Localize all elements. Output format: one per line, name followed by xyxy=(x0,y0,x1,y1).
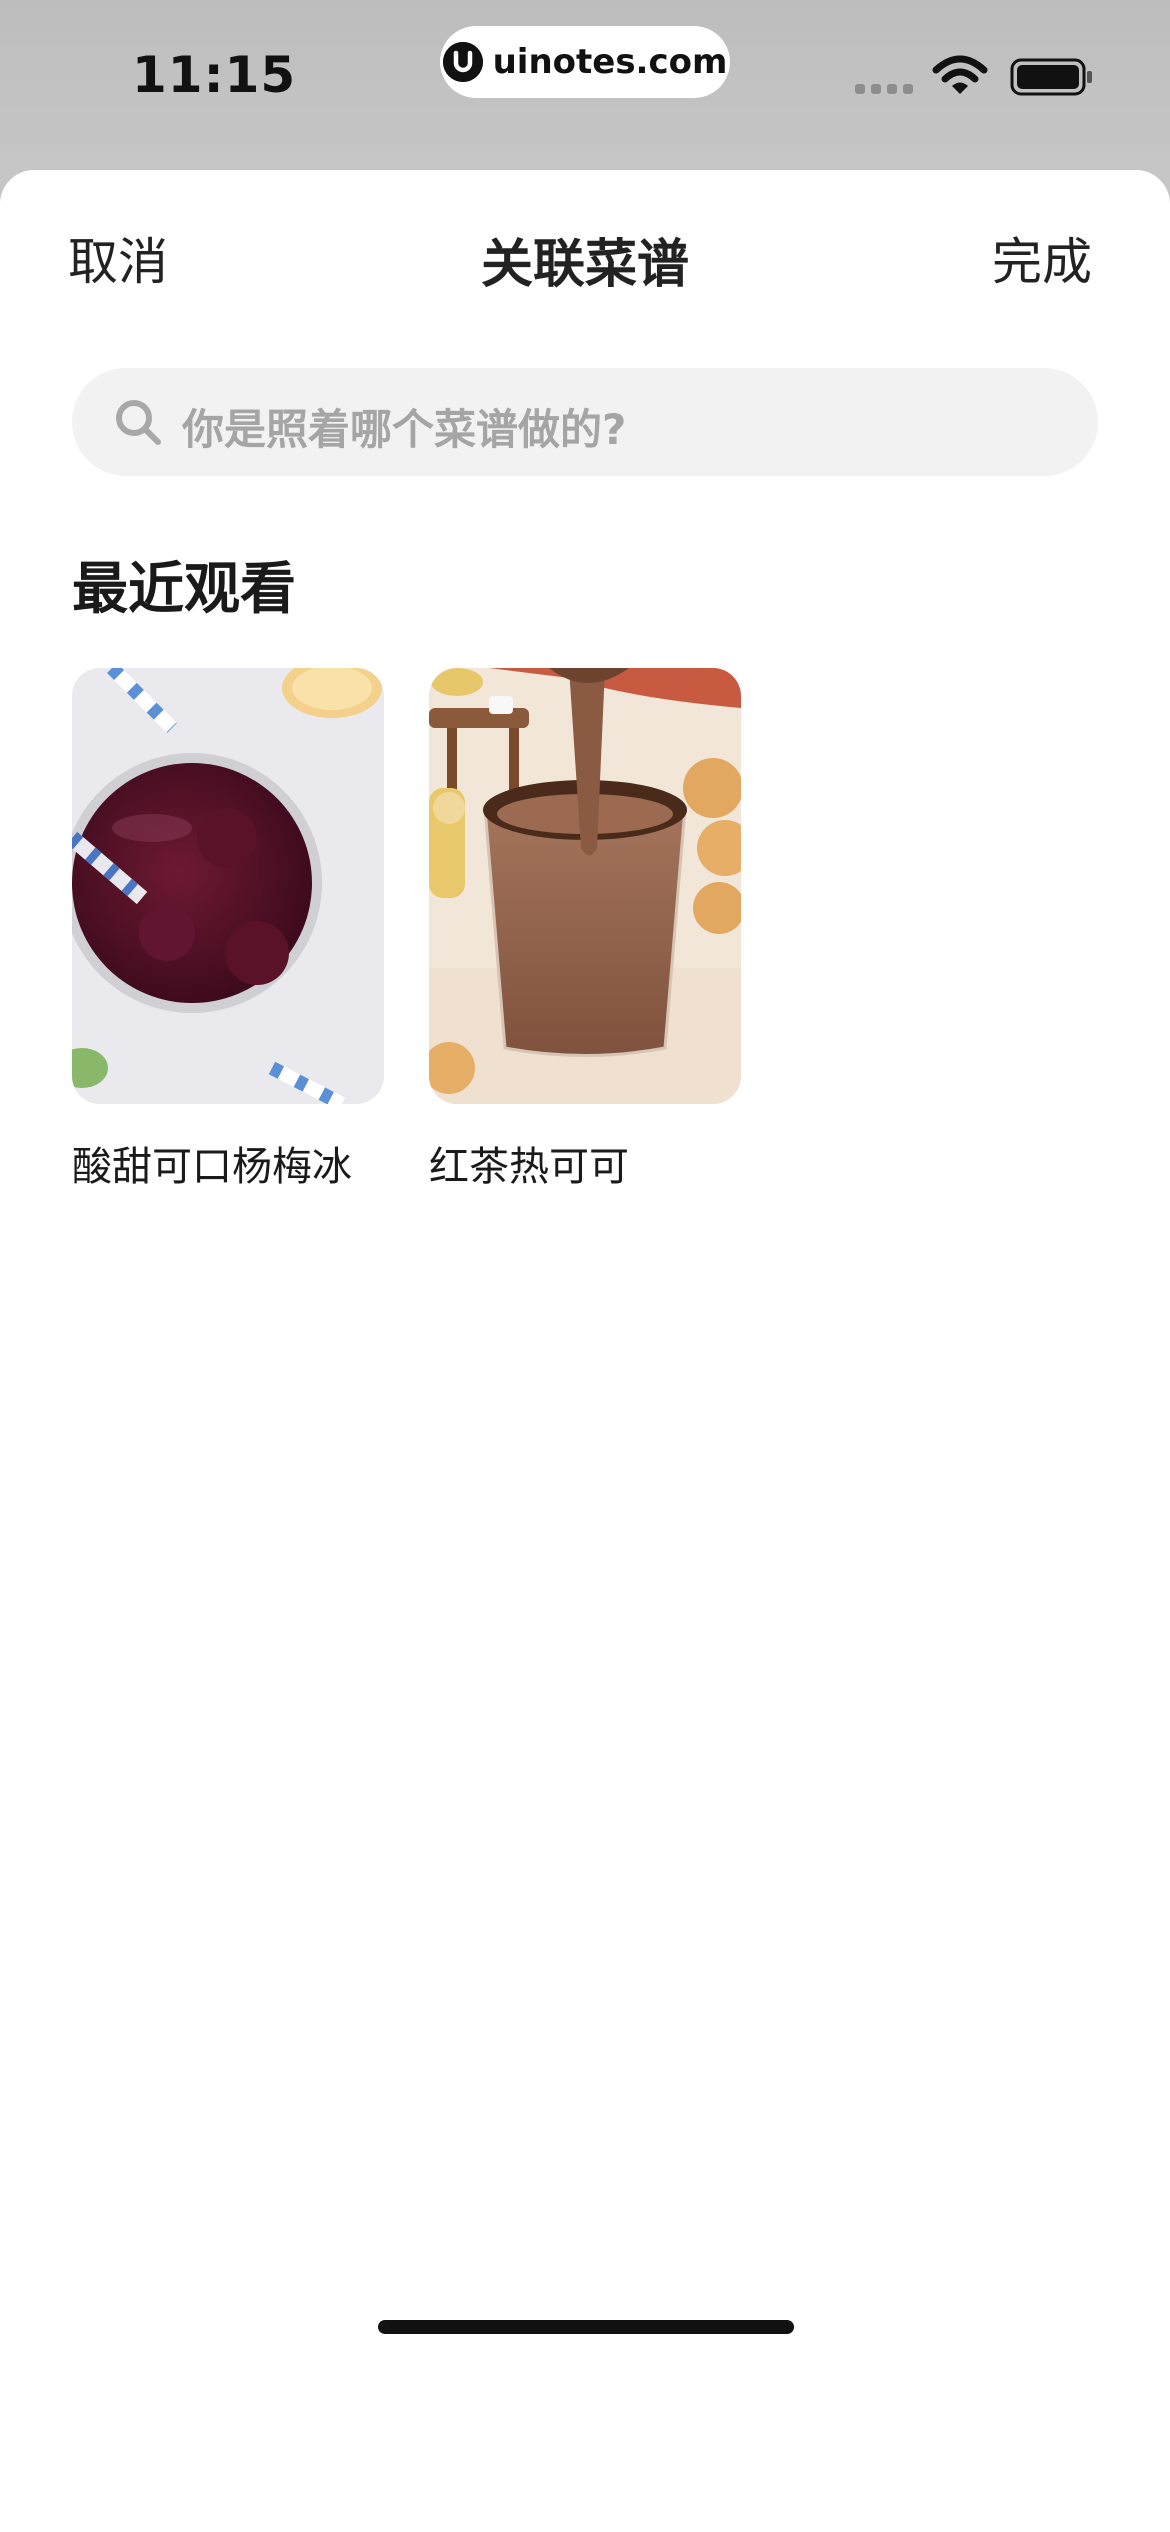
recipe-label: 酸甜可口杨梅冰 xyxy=(72,1144,352,1190)
cellular-signal-icon xyxy=(855,84,913,94)
url-pill[interactable]: uinotes.com xyxy=(440,26,730,98)
uinotes-logo-icon xyxy=(442,42,483,82)
status-bar: 11:15 uinotes.com xyxy=(0,0,1170,170)
url-text: uinotes.com xyxy=(492,42,728,82)
done-button[interactable]: 完成 xyxy=(992,222,1092,294)
recipe-card-hot-cocoa[interactable]: 红茶热可可 xyxy=(429,668,741,1192)
recipe-thumbnail-hot-cocoa xyxy=(429,668,741,1104)
search-input[interactable]: 你是照着哪个菜谱做的? xyxy=(72,368,1098,476)
recipe-card-bayberry[interactable]: 酸甜可口杨梅冰 xyxy=(72,668,384,1192)
status-time: 11:15 xyxy=(132,46,297,104)
search-icon xyxy=(116,400,161,445)
wifi-icon xyxy=(932,55,988,94)
search-placeholder: 你是照着哪个菜谱做的? xyxy=(182,405,627,454)
recipe-label: 红茶热可可 xyxy=(429,1144,629,1190)
screen: 11:15 uinotes.com 取消 关联菜谱 完成 你是照着哪个菜谱做的?… xyxy=(0,0,1170,2532)
battery-icon xyxy=(1010,58,1092,96)
cancel-button[interactable]: 取消 xyxy=(68,222,168,294)
recipe-thumbnail-bayberry xyxy=(72,668,384,1104)
recent-section-title: 最近观看 xyxy=(72,557,296,622)
associate-recipe-sheet: 取消 关联菜谱 完成 你是照着哪个菜谱做的? 最近观看 酸甜可口杨梅冰 红茶热可… xyxy=(0,170,1170,2532)
home-indicator[interactable] xyxy=(378,2320,794,2334)
